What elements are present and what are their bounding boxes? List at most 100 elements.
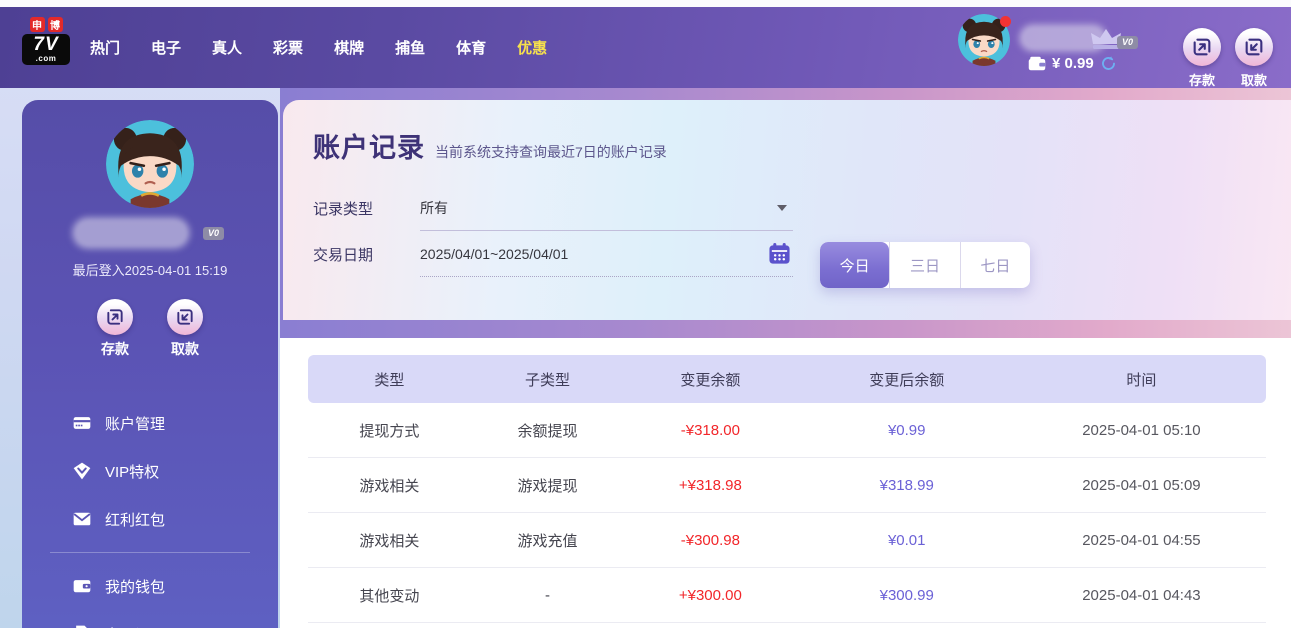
sidebar-item-label: 我的钱包 — [105, 576, 165, 597]
record-type-value: 所有 — [420, 198, 448, 218]
username-blurred — [75, 220, 187, 246]
cell-time: 2025-04-01 04:43 — [1017, 587, 1266, 604]
notification-dot — [1000, 16, 1011, 27]
brand-main-text: 7V — [25, 35, 67, 55]
cell-subtype: - — [471, 587, 624, 604]
table-column-header: 时间 — [1017, 369, 1266, 390]
sidebar-username-row: V0 — [75, 220, 225, 246]
brand-logo[interactable]: 申 博 7V .com — [22, 17, 70, 65]
bank-card-icon — [72, 413, 92, 433]
vip-level-badge: V0 — [203, 227, 224, 240]
refresh-balance-icon[interactable] — [1100, 55, 1117, 72]
range-button[interactable]: 三日 — [889, 242, 959, 288]
nav-item[interactable]: 真人 — [212, 37, 242, 58]
record-type-select[interactable]: 所有 — [420, 185, 793, 231]
cell-subtype: 余额提现 — [471, 420, 624, 441]
records-table: 类型 子类型 变更余额 变更后余额 时间 提现方式 余额提现 -¥318.00 … — [308, 355, 1266, 628]
cell-type: 游戏相关 — [308, 530, 471, 551]
avatar-character-illustration — [106, 120, 194, 208]
nav-item[interactable]: 热门 — [90, 37, 120, 58]
cell-subtype: 游戏充值 — [471, 530, 624, 551]
sidebar-avatar[interactable] — [106, 120, 194, 208]
table-row: 游戏相关 游戏充值 -¥300.98 ¥0.01 2025-04-01 04:5… — [308, 513, 1266, 568]
range-button[interactable]: 今日 — [820, 242, 889, 288]
cell-balance-after: ¥300.99 — [797, 587, 1017, 604]
cell-change-amount: +¥300.00 — [624, 587, 796, 604]
deposit-icon — [97, 299, 133, 335]
calendar-icon[interactable] — [768, 242, 791, 265]
vip-diamond-icon — [72, 461, 92, 481]
main-content: 账户记录 当前系统支持查询最近7日的账户记录 记录类型 所有 交易日期 2025… — [280, 88, 1291, 628]
withdraw-icon — [167, 299, 203, 335]
cell-change-amount: -¥318.00 — [624, 422, 796, 439]
sidebar-item-label: 账户管理 — [105, 413, 165, 434]
withdraw-icon — [1235, 28, 1273, 66]
sidebar-menu: 账户管理 VIP特权 红利红包 我的钱包 — [22, 399, 278, 628]
withdraw-button[interactable]: 取款 — [1233, 28, 1275, 89]
nav-item[interactable]: 捕鱼 — [395, 37, 425, 58]
nav-item[interactable]: 棋牌 — [334, 37, 364, 58]
withdraw-label: 取款 — [1233, 70, 1275, 89]
balance-amount: ¥ 0.99 — [1052, 55, 1094, 72]
table-column-header: 变更余额 — [624, 369, 796, 390]
nav-item[interactable]: 电子 — [151, 37, 181, 58]
brand-logo-main: 7V .com — [22, 34, 70, 65]
table-column-header: 子类型 — [471, 369, 624, 390]
nav-item[interactable]: 优惠 — [517, 37, 547, 58]
date-range-field[interactable]: 2025/04/01~2025/04/01 — [420, 231, 793, 277]
cell-change-amount: +¥318.98 — [624, 477, 796, 494]
deposit-label: 存款 — [1181, 70, 1223, 89]
user-sidebar: V0 最后登入2025-04-01 15:19 存款 取款 — [22, 100, 278, 628]
sidebar-item-wallet[interactable]: 我的钱包 — [72, 562, 278, 610]
date-range-value: 2025/04/01~2025/04/01 — [420, 246, 568, 262]
table-column-header: 变更后余额 — [797, 369, 1017, 390]
cell-balance-after: ¥318.99 — [797, 477, 1017, 494]
deposit-label: 存款 — [94, 339, 136, 359]
top-strip — [0, 0, 1291, 7]
wallet-icon — [1028, 56, 1046, 71]
table-header: 类型 子类型 变更余额 变更后余额 时间 — [308, 355, 1266, 403]
sidebar-item-label: 交易记录 — [105, 624, 165, 628]
cell-balance-after: ¥0.01 — [797, 532, 1017, 549]
nav-item[interactable]: 体育 — [456, 37, 486, 58]
wallet-icon — [72, 576, 92, 596]
panel-title-row: 账户记录 当前系统支持查询最近7日的账户记录 — [283, 100, 1291, 165]
cell-time: 2025-04-01 04:55 — [1017, 532, 1266, 549]
cell-type: 其他变动 — [308, 585, 471, 606]
brand-logo-top: 申 博 — [22, 17, 70, 32]
last-login-text: 最后登入2025-04-01 15:19 — [22, 260, 278, 279]
sidebar-item-vip[interactable]: VIP特权 — [72, 447, 278, 495]
chevron-down-icon — [777, 205, 787, 211]
deposit-button[interactable]: 存款 — [1181, 28, 1223, 89]
date-quick-range: 今日 三日 七日 — [820, 242, 1030, 288]
account-records-panel: 账户记录 当前系统支持查询最近7日的账户记录 记录类型 所有 交易日期 2025… — [283, 100, 1291, 320]
sidebar-divider — [50, 552, 250, 553]
filters: 记录类型 所有 交易日期 2025/04/01~2025/04/01 — [283, 185, 1291, 277]
table-row: 其他变动 - +¥300.00 ¥300.99 2025-04-01 04:43 — [308, 568, 1266, 623]
deposit-icon — [1183, 28, 1221, 66]
brand-char-1: 申 — [30, 17, 45, 32]
sidebar-item-bonus[interactable]: 红利红包 — [72, 495, 278, 543]
sidebar-actions: 存款 取款 — [22, 299, 278, 359]
record-type-row: 记录类型 所有 — [313, 185, 793, 231]
deposit-button[interactable]: 存款 — [94, 299, 136, 359]
sidebar-item-label: VIP特权 — [105, 461, 159, 482]
cell-time: 2025-04-01 05:09 — [1017, 477, 1266, 494]
document-icon — [72, 624, 92, 628]
page-subtitle: 当前系统支持查询最近7日的账户记录 — [435, 142, 667, 162]
sidebar-item-transactions[interactable]: 交易记录 — [72, 610, 278, 628]
range-button[interactable]: 七日 — [960, 242, 1030, 288]
table-body: 提现方式 余额提现 -¥318.00 ¥0.99 2025-04-01 05:1… — [308, 403, 1266, 623]
nav-item[interactable]: 彩票 — [273, 37, 303, 58]
brand-char-2: 博 — [48, 17, 63, 32]
table-row: 提现方式 余额提现 -¥318.00 ¥0.99 2025-04-01 05:1… — [308, 403, 1266, 458]
record-type-label: 记录类型 — [313, 198, 420, 219]
main-nav-menu: 热门 电子 真人 彩票 棋牌 捕鱼 体育 优惠 — [90, 7, 547, 88]
sidebar-item-account-management[interactable]: 账户管理 — [72, 399, 278, 447]
cell-time: 2025-04-01 05:10 — [1017, 422, 1266, 439]
page-title: 账户记录 — [313, 126, 425, 165]
table-row: 游戏相关 游戏提现 +¥318.98 ¥318.99 2025-04-01 05… — [308, 458, 1266, 513]
table-column-header: 类型 — [308, 369, 471, 390]
vip-level-badge: V0 — [1117, 36, 1138, 49]
withdraw-button[interactable]: 取款 — [164, 299, 206, 359]
